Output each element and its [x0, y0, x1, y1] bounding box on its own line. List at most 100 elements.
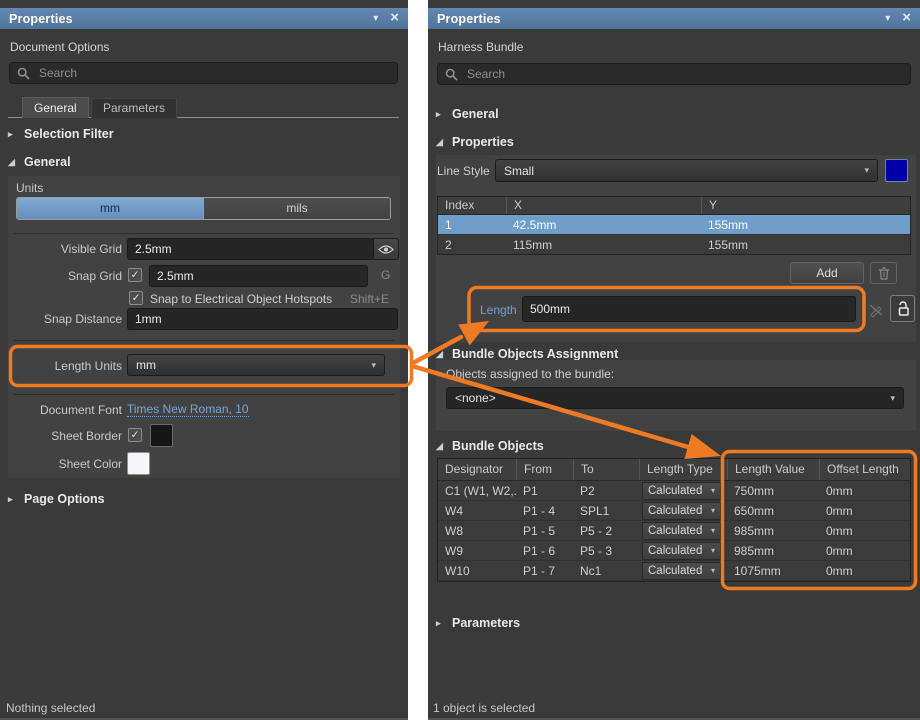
column-header[interactable]: X: [506, 197, 701, 214]
length-value-cell: 650mm: [727, 504, 819, 518]
section-bundle-objects-assignment[interactable]: ◢ Bundle Objects Assignment: [436, 347, 618, 361]
column-header[interactable]: From: [516, 459, 573, 480]
sheet-color-swatch[interactable]: [127, 452, 150, 475]
sheet-border-checkbox[interactable]: ✓: [128, 428, 142, 442]
bundle-object-row: C1 (W1, W2,... P1 P2 Calculated▾ 750mm 0…: [438, 481, 910, 501]
bundle-object-row: W4 P1 - 4 SPL1 Calculated▾ 650mm 0mm: [438, 501, 910, 521]
panel-menu-icon[interactable]: ▾: [373, 14, 378, 24]
snap-hotspots-label: Snap to Electrical Object Hotspots: [150, 292, 332, 306]
search-input[interactable]: [37, 65, 390, 81]
chevron-down-icon: ▾: [711, 546, 715, 555]
to-cell: P5 - 3: [573, 544, 639, 558]
section-general[interactable]: ▸ General: [436, 107, 499, 121]
line-style-label: Line Style: [437, 164, 490, 178]
visible-grid-input[interactable]: [127, 238, 374, 260]
length-type-cell: Calculated▾: [639, 522, 727, 540]
designator-link[interactable]: W9: [438, 544, 516, 558]
add-button[interactable]: Add: [790, 262, 864, 284]
expanded-arrow-icon: ◢: [8, 157, 17, 168]
to-cell: P2: [573, 484, 639, 498]
line-style-dropdown[interactable]: Small ▾: [495, 159, 878, 182]
vertex-row[interactable]: 2 115mm 155mm: [438, 235, 910, 255]
sheet-color-label: Sheet Color: [0, 457, 122, 471]
x-cell: 115mm: [506, 238, 701, 252]
offset-length-cell[interactable]: 0mm: [819, 504, 910, 518]
units-option-mils[interactable]: mils: [203, 198, 390, 219]
column-header[interactable]: Length Type: [639, 459, 727, 480]
section-general[interactable]: ◢ General: [8, 155, 71, 169]
panel-title: Properties: [437, 12, 873, 26]
chevron-down-icon: ▾: [864, 165, 869, 176]
column-header[interactable]: To: [573, 459, 639, 480]
slashed-pencil-icon[interactable]: [866, 300, 886, 320]
eye-icon: [378, 244, 394, 255]
assigned-objects-dropdown[interactable]: <none> ▾: [446, 387, 904, 409]
section-properties[interactable]: ◢ Properties: [436, 135, 514, 149]
snap-distance-input[interactable]: [127, 308, 398, 330]
document-font-link[interactable]: Times New Roman, 10: [127, 402, 249, 417]
snap-grid-shortcut: G: [381, 268, 390, 282]
column-header[interactable]: Offset Length: [819, 459, 910, 480]
offset-length-cell[interactable]: 0mm: [819, 544, 910, 558]
lock-button[interactable]: [890, 295, 915, 322]
to-cell: P5 - 2: [573, 524, 639, 538]
offset-length-cell[interactable]: 0mm: [819, 484, 910, 498]
designator-link[interactable]: C1 (W1, W2,...: [438, 484, 516, 498]
divider: [14, 340, 394, 341]
search-icon: [445, 68, 458, 81]
length-input[interactable]: [522, 296, 856, 322]
tab-parameters[interactable]: Parameters: [91, 98, 177, 118]
length-type-dropdown[interactable]: Calculated▾: [642, 562, 721, 580]
column-header[interactable]: Designator: [438, 459, 516, 480]
search-icon: [17, 67, 30, 80]
designator-link[interactable]: W8: [438, 524, 516, 538]
vertex-row[interactable]: 1 42.5mm 155mm: [438, 215, 910, 235]
length-type-dropdown[interactable]: Calculated▾: [642, 542, 721, 560]
length-type-cell: Calculated▾: [639, 562, 727, 580]
index-cell: 1: [438, 218, 506, 232]
section-bundle-objects[interactable]: ◢ Bundle Objects: [436, 439, 544, 453]
snap-distance-label: Snap Distance: [0, 312, 122, 326]
snap-grid-checkbox[interactable]: ✓: [128, 268, 142, 282]
status-bar: Nothing selected: [6, 701, 95, 715]
length-type-dropdown[interactable]: Calculated▾: [642, 482, 721, 500]
expanded-arrow-icon: ◢: [436, 441, 445, 452]
close-icon[interactable]: ×: [390, 10, 399, 25]
chevron-down-icon: ▾: [711, 566, 715, 575]
section-parameters[interactable]: ▸ Parameters: [436, 616, 520, 630]
snap-grid-input[interactable]: [149, 265, 368, 287]
snap-hotspots-shortcut: Shift+E: [350, 292, 389, 306]
snap-hotspots-checkbox[interactable]: ✓: [129, 291, 143, 305]
offset-length-cell[interactable]: 0mm: [819, 564, 910, 578]
bundle-object-row: W8 P1 - 5 P5 - 2 Calculated▾ 985mm 0mm: [438, 521, 910, 541]
designator-link[interactable]: W10: [438, 564, 516, 578]
from-cell: P1: [516, 484, 573, 498]
section-page-options[interactable]: ▸ Page Options: [8, 492, 105, 506]
column-header[interactable]: Length Value: [727, 459, 819, 480]
left-properties-panel: Properties ▾ × Document Options General …: [0, 0, 408, 720]
line-color-swatch[interactable]: [885, 159, 908, 182]
close-icon[interactable]: ×: [902, 10, 911, 25]
section-selection-filter[interactable]: ▸ Selection Filter: [8, 127, 114, 141]
chevron-down-icon: ▾: [711, 526, 715, 535]
length-units-dropdown[interactable]: mm ▾: [127, 354, 385, 376]
bundle-object-row: W10 P1 - 7 Nc1 Calculated▾ 1075mm 0mm: [438, 561, 910, 581]
delete-button[interactable]: [870, 262, 897, 284]
offset-length-cell[interactable]: 0mm: [819, 524, 910, 538]
length-type-dropdown[interactable]: Calculated▾: [642, 522, 721, 540]
tab-general[interactable]: General: [22, 97, 89, 118]
search-box[interactable]: [9, 62, 398, 84]
column-header[interactable]: Index: [438, 197, 506, 214]
panel-menu-icon[interactable]: ▾: [885, 14, 890, 24]
units-option-mm[interactable]: mm: [17, 198, 203, 219]
designator-link[interactable]: W4: [438, 504, 516, 518]
length-label: Length: [480, 303, 517, 317]
visible-grid-eye-button[interactable]: [373, 238, 399, 260]
column-header[interactable]: Y: [701, 197, 910, 214]
search-input[interactable]: [465, 66, 903, 82]
search-box[interactable]: [437, 63, 911, 85]
sheet-border-color-swatch[interactable]: [150, 424, 173, 447]
assigned-objects-label: Objects assigned to the bundle:: [446, 367, 614, 381]
collapsed-arrow-icon: ▸: [8, 129, 17, 140]
length-type-dropdown[interactable]: Calculated▾: [642, 502, 721, 520]
